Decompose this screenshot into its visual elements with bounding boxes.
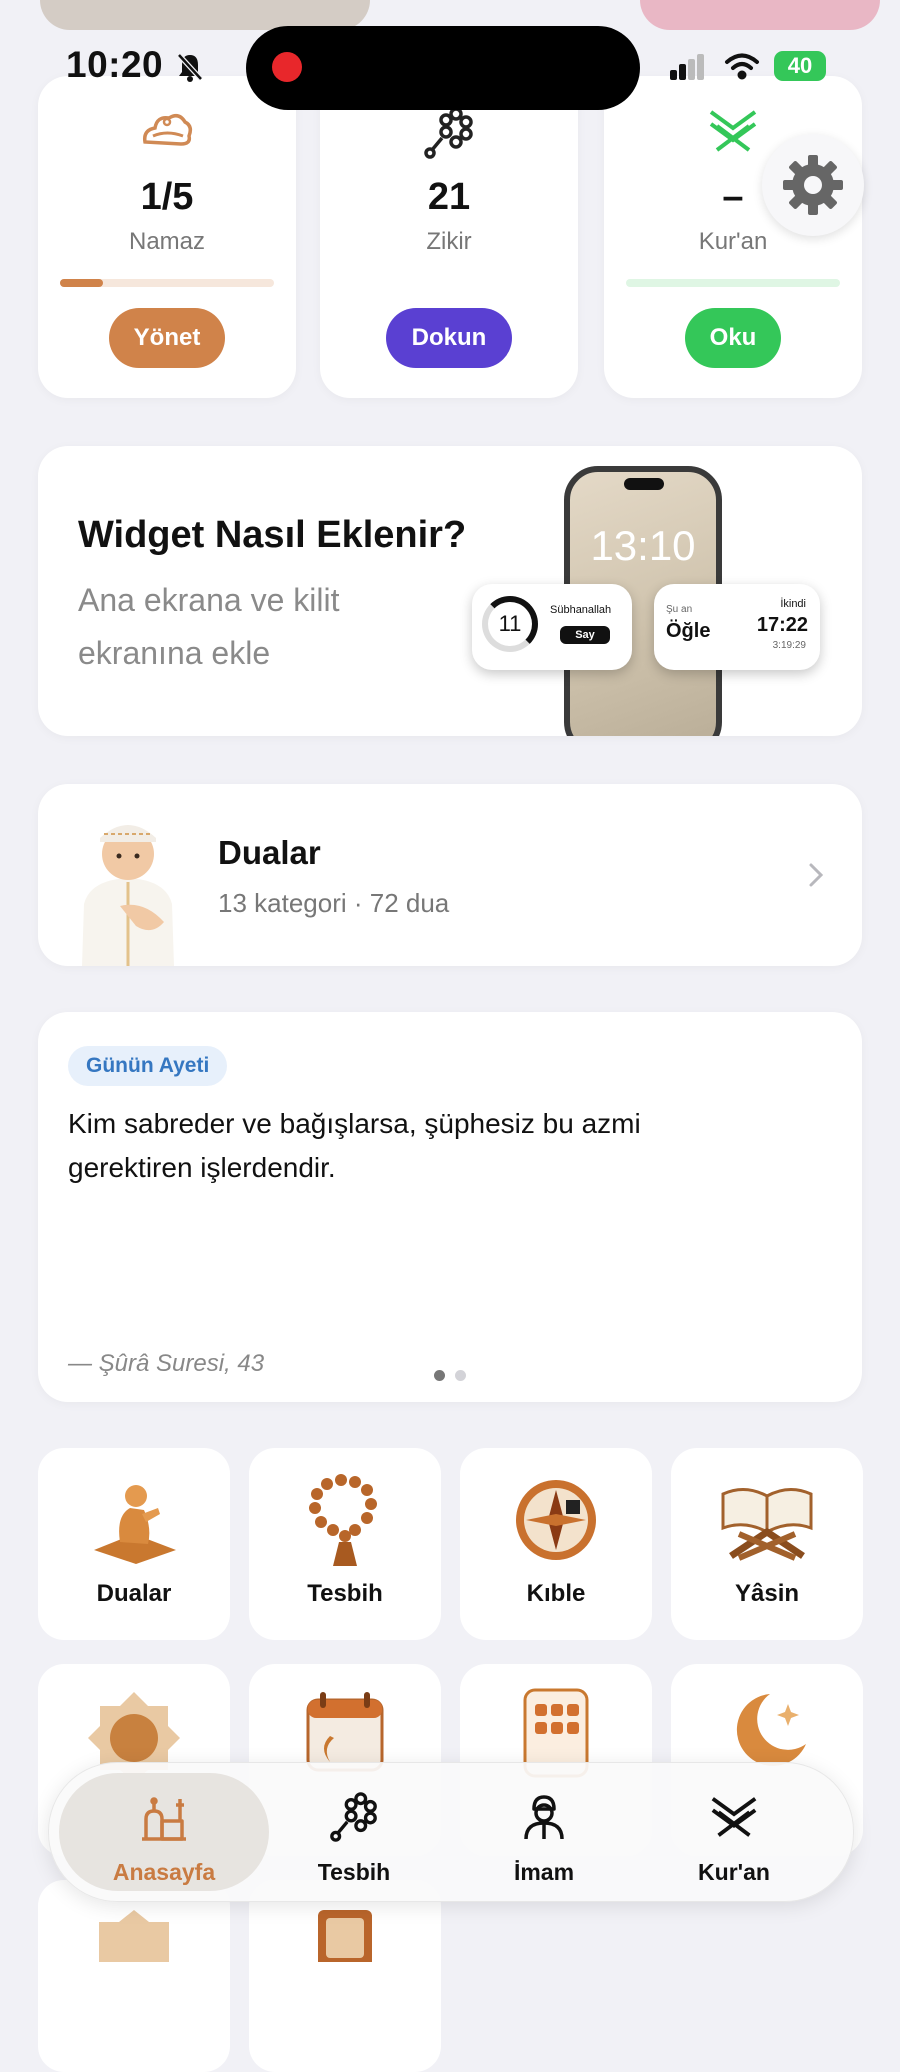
duas-card-title: Dualar [218,834,321,871]
phone-lock-time: 13:10 [590,522,696,569]
tab-anasayfa[interactable]: Anasayfa [69,1763,259,1901]
next-prayer-countdown: 3:19:29 [772,640,806,651]
grid-label: Dualar [96,1580,172,1607]
praying-boy-illustration [72,804,184,966]
prayer-progress [60,279,274,287]
counter-say-button: Say [560,626,610,644]
phone-notch [624,478,664,490]
cellular-signal-icon [670,54,706,85]
page-dot-active [434,1370,445,1381]
prayer-count: 1/5 [140,176,194,218]
prayer-now-name: Öğle [666,620,711,642]
quran-stat-card[interactable]: – Kur'an Oku [604,76,862,398]
verse-reference: — Şûrâ Suresi, 43 [68,1350,265,1377]
book-icon [249,1902,441,1962]
counter-widget-preview: 11 Sübhanallah Say [472,584,632,670]
background-content [640,0,880,30]
halal-icon [38,1902,230,1962]
tab-kuran[interactable]: Kur'an [639,1763,829,1901]
dhikr-stat-card[interactable]: 21 Zikir Dokun [320,76,578,398]
widget-howto-card[interactable]: Widget Nasıl Eklenir? Ana ekrana ve kili… [38,446,862,736]
page-indicator[interactable] [434,1370,466,1381]
prayer-stat-card[interactable]: 1/5 Namaz Yönet [38,76,296,398]
tab-tesbih[interactable]: Tesbih [259,1763,449,1901]
tab-bar: Anasayfa Tesbih İmam Kur'an [48,1762,854,1902]
prayer-label: Namaz [128,228,206,255]
quran-icon [639,1791,829,1841]
duas-card[interactable]: Dualar 13 kategori · 72 dua [38,784,862,966]
counter-ring: 11 [482,596,538,652]
counter-dhikr-name: Sübhanallah [550,604,612,616]
dhikr-count: 21 [427,176,471,218]
silent-bell-icon [176,52,204,87]
status-time: 10:20 [66,44,164,85]
prayer-beads-icon [249,1470,441,1570]
duas-card-subtitle: 13 kategori · 72 dua [218,888,450,918]
dynamic-island [246,26,640,110]
tab-label: Kur'an [698,1859,770,1885]
dhikr-label: Zikir [426,228,472,255]
gear-icon [783,155,843,215]
read-button[interactable]: Oku [685,308,781,368]
compass-icon [460,1470,652,1566]
grid-tile-qibla[interactable]: Kıble [460,1448,652,1640]
tab-imam[interactable]: İmam [449,1763,639,1901]
grid-label: Tesbih [307,1580,383,1607]
grid-tile-tesbih[interactable]: Tesbih [249,1448,441,1640]
prayer-beads-icon [320,106,578,160]
tap-button[interactable]: Dokun [386,308,512,368]
grid-tile-yasin[interactable]: Yâsin [671,1448,863,1640]
imam-icon [449,1791,639,1843]
grid-label: Kıble [526,1580,586,1607]
chevron-right-icon [808,862,824,893]
tab-label: Anasayfa [112,1859,216,1885]
quran-progress [626,279,840,287]
mosque-icon [69,1791,259,1843]
praying-figure-icon [38,1470,230,1566]
recording-indicator-icon [272,52,302,82]
verse-tag: Günün Ayeti [68,1046,228,1086]
widget-card-subtitle: Ana ekrana ve kilit ekranına ekle [78,582,340,671]
widget-card-title: Widget Nasıl Eklenir? [78,514,467,556]
next-prayer-name: İkindi [780,598,806,610]
grid-tile-halal[interactable] [38,1880,230,2072]
grid-tile-book[interactable] [249,1880,441,2072]
page-dot [455,1370,466,1381]
grid-label: Yâsin [734,1580,800,1607]
prayer-beads-icon [259,1791,449,1843]
tab-label: Tesbih [317,1859,391,1885]
settings-button[interactable] [762,134,864,236]
next-prayer-time: 17:22 [756,614,808,636]
daily-verse-card[interactable]: Günün Ayeti Kim sabreder ve bağışlarsa, … [38,1012,862,1402]
quran-book-icon [671,1470,863,1566]
manage-button[interactable]: Yönet [109,308,225,368]
battery-indicator: 40 [774,51,826,81]
verse-text: Kim sabreder ve bağışlarsa, şüphesiz bu … [68,1108,641,1183]
prayer-widget-preview: Şu an Öğle İkindi 17:22 3:19:29 [654,584,820,670]
tab-label: İmam [513,1859,575,1885]
wifi-icon [724,52,760,85]
prayer-cap-icon [38,106,296,152]
grid-tile-duas[interactable]: Dualar [38,1448,230,1640]
prayer-now-label: Şu an [666,604,693,615]
